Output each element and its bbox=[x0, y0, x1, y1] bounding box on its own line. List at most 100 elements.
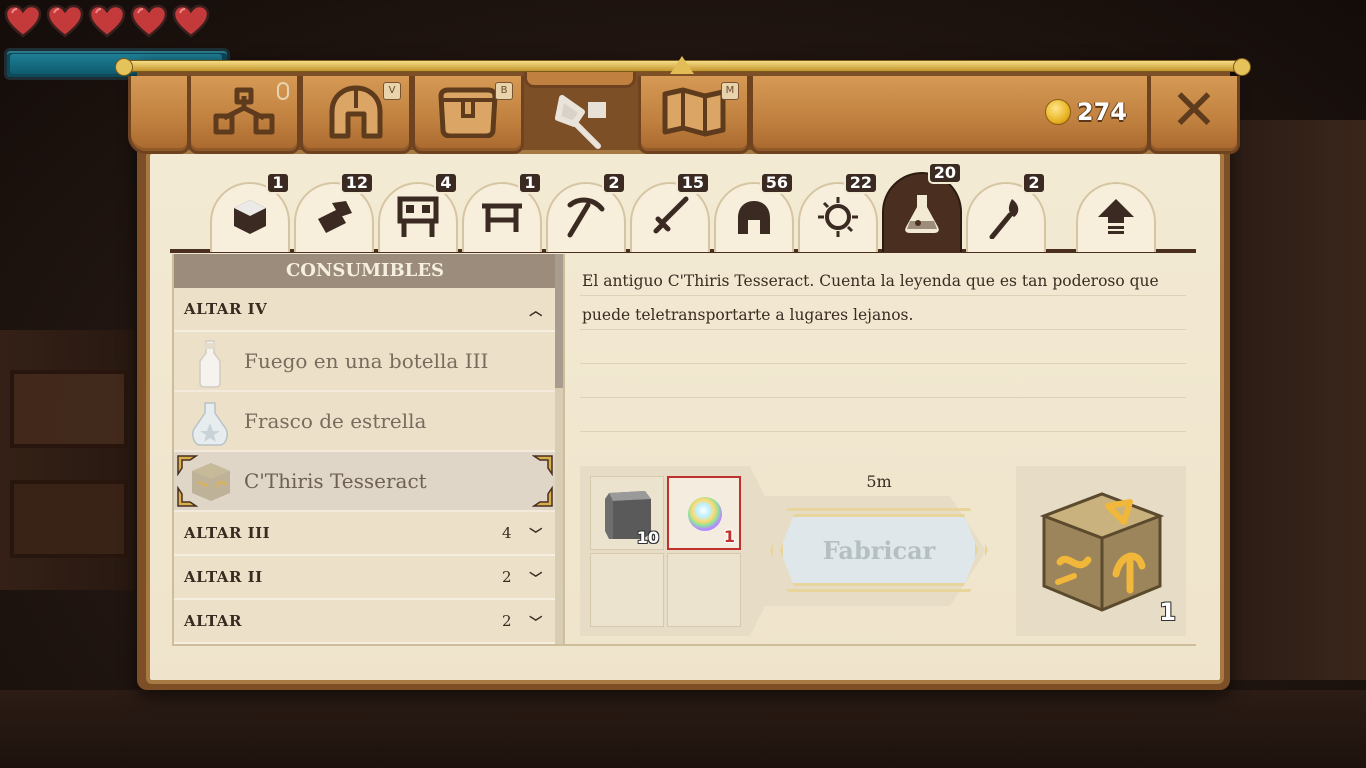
category-tab-accessories[interactable]: 22 bbox=[798, 172, 878, 252]
table-icon bbox=[480, 200, 524, 238]
sword-icon bbox=[648, 195, 692, 243]
chevron-down-icon: ﹀ bbox=[529, 571, 543, 587]
torch-icon bbox=[986, 195, 1026, 243]
tab-edge bbox=[128, 76, 190, 154]
hotkey-badge: V bbox=[383, 82, 401, 100]
selection-corner-icon bbox=[177, 455, 198, 476]
craft-button[interactable]: Fabricar bbox=[770, 508, 988, 592]
upgrade-arrow-icon bbox=[1096, 197, 1136, 241]
tab-map[interactable]: M bbox=[638, 76, 750, 154]
accessory-icon bbox=[816, 195, 860, 243]
skill-tree-icon bbox=[212, 86, 276, 142]
selection-corner-icon bbox=[177, 486, 198, 507]
result-quantity: 1 bbox=[1159, 598, 1176, 626]
heart-icon bbox=[130, 4, 168, 38]
heart-icon bbox=[4, 4, 42, 38]
group-count: 2 bbox=[501, 612, 512, 630]
item-label: Frasco de estrella bbox=[244, 409, 427, 433]
category-tab-light[interactable]: 2 bbox=[966, 172, 1046, 252]
group-header-altar[interactable]: ALTAR 2 ﹀ bbox=[174, 600, 556, 644]
group-count: 4 bbox=[501, 524, 512, 542]
tab-crafting[interactable] bbox=[524, 72, 636, 156]
group-label: ALTAR II bbox=[184, 568, 263, 586]
crafting-icon bbox=[548, 92, 612, 156]
ingredient-slot-empty bbox=[667, 553, 741, 627]
recipe-list: CONSUMIBLES ALTAR IV ︿ Fuego en una bote… bbox=[172, 254, 556, 646]
rainbow-orb-icon bbox=[685, 494, 725, 538]
category-count: 56 bbox=[759, 172, 794, 194]
chevron-up-icon: ︿ bbox=[529, 303, 543, 319]
craft-button-label: Fabricar bbox=[822, 535, 936, 565]
ingredient-slot[interactable]: 10 bbox=[590, 476, 664, 550]
ingredient-slot-insufficient[interactable]: 1 bbox=[667, 476, 741, 550]
pickaxe-icon bbox=[564, 195, 608, 243]
helmet-icon bbox=[734, 198, 774, 240]
category-count: 15 bbox=[675, 172, 710, 194]
list-scrollbar-thumb[interactable] bbox=[555, 254, 563, 388]
category-count: 4 bbox=[434, 172, 458, 194]
selection-corner-icon bbox=[532, 486, 553, 507]
materials-icon bbox=[312, 197, 356, 241]
category-tab-weapons[interactable]: 15 bbox=[630, 172, 710, 252]
heart-icon bbox=[46, 4, 84, 38]
list-item[interactable]: Frasco de estrella bbox=[174, 392, 556, 452]
ruled-line bbox=[580, 330, 1186, 364]
ingredient-slot-empty bbox=[590, 553, 664, 627]
hotkey-badge: B bbox=[495, 82, 513, 100]
category-tab-blocks[interactable]: 1 bbox=[210, 172, 290, 252]
background-shelf bbox=[0, 330, 135, 590]
category-count: 1 bbox=[518, 172, 542, 194]
ruled-line bbox=[580, 364, 1186, 398]
station-icon bbox=[396, 195, 440, 243]
chevron-down-icon: ﹀ bbox=[529, 615, 543, 631]
category-tab-armor[interactable]: 56 bbox=[714, 172, 794, 252]
potion-icon bbox=[902, 191, 942, 239]
list-item-selected[interactable]: C'Thiris Tesseract bbox=[174, 452, 556, 512]
background-floor bbox=[0, 690, 1366, 768]
ruled-line bbox=[580, 398, 1186, 432]
star-flask-icon bbox=[188, 399, 232, 446]
close-icon: ✕ bbox=[1170, 77, 1218, 143]
heart-icon bbox=[172, 4, 210, 38]
item-label: Fuego en una botella III bbox=[244, 349, 489, 373]
bag-icon bbox=[435, 86, 501, 142]
coin-count: 274 bbox=[1076, 98, 1127, 126]
category-tab-stations[interactable]: 4 bbox=[378, 172, 458, 252]
fire-bottle-icon bbox=[188, 339, 232, 388]
ingredient-quantity: 1 bbox=[723, 527, 735, 546]
group-count: 2 bbox=[501, 568, 512, 586]
tesseract-icon bbox=[1038, 486, 1166, 620]
craft-button-face: Fabricar bbox=[780, 514, 978, 586]
group-label: ALTAR III bbox=[184, 524, 271, 542]
tab-inventory[interactable]: B bbox=[412, 76, 524, 154]
panel-bottom-line bbox=[172, 644, 1196, 646]
map-icon bbox=[661, 86, 727, 142]
group-header-altar-iv[interactable]: ALTAR IV ︿ bbox=[174, 288, 556, 332]
heart-icon bbox=[88, 4, 126, 38]
group-header-altar-iii[interactable]: ALTAR III 4 ﹀ bbox=[174, 512, 556, 556]
list-item[interactable]: Fuego en una botella III bbox=[174, 332, 556, 392]
category-tab-tools[interactable]: 2 bbox=[546, 172, 626, 252]
category-count: 2 bbox=[602, 172, 626, 194]
tab-skills[interactable] bbox=[188, 76, 300, 154]
category-tab-consumables[interactable]: 20 bbox=[882, 162, 962, 252]
category-tab-furniture[interactable]: 1 bbox=[462, 172, 542, 252]
tab-equipment[interactable]: V bbox=[300, 76, 412, 154]
group-label: ALTAR IV bbox=[184, 300, 268, 318]
gold-coin-icon bbox=[1044, 99, 1071, 125]
category-count: 12 bbox=[339, 172, 374, 194]
category-count: 1 bbox=[266, 172, 290, 194]
currency-panel: 274 bbox=[750, 76, 1150, 154]
group-header-altar-ii[interactable]: ALTAR II 2 ﹀ bbox=[174, 556, 556, 600]
category-count: 2 bbox=[1022, 172, 1046, 194]
ingredient-quantity: 10 bbox=[636, 528, 659, 547]
panel-divider bbox=[563, 254, 565, 646]
category-tab-upgrades[interactable] bbox=[1076, 182, 1156, 252]
helmet-icon bbox=[326, 84, 386, 144]
category-tab-materials[interactable]: 12 bbox=[294, 172, 374, 252]
item-label: C'Thiris Tesseract bbox=[244, 469, 427, 493]
result-slot: 1 bbox=[1016, 466, 1186, 636]
category-count: 20 bbox=[927, 162, 962, 184]
block-icon bbox=[230, 197, 270, 241]
close-button[interactable]: ✕ bbox=[1148, 76, 1240, 154]
